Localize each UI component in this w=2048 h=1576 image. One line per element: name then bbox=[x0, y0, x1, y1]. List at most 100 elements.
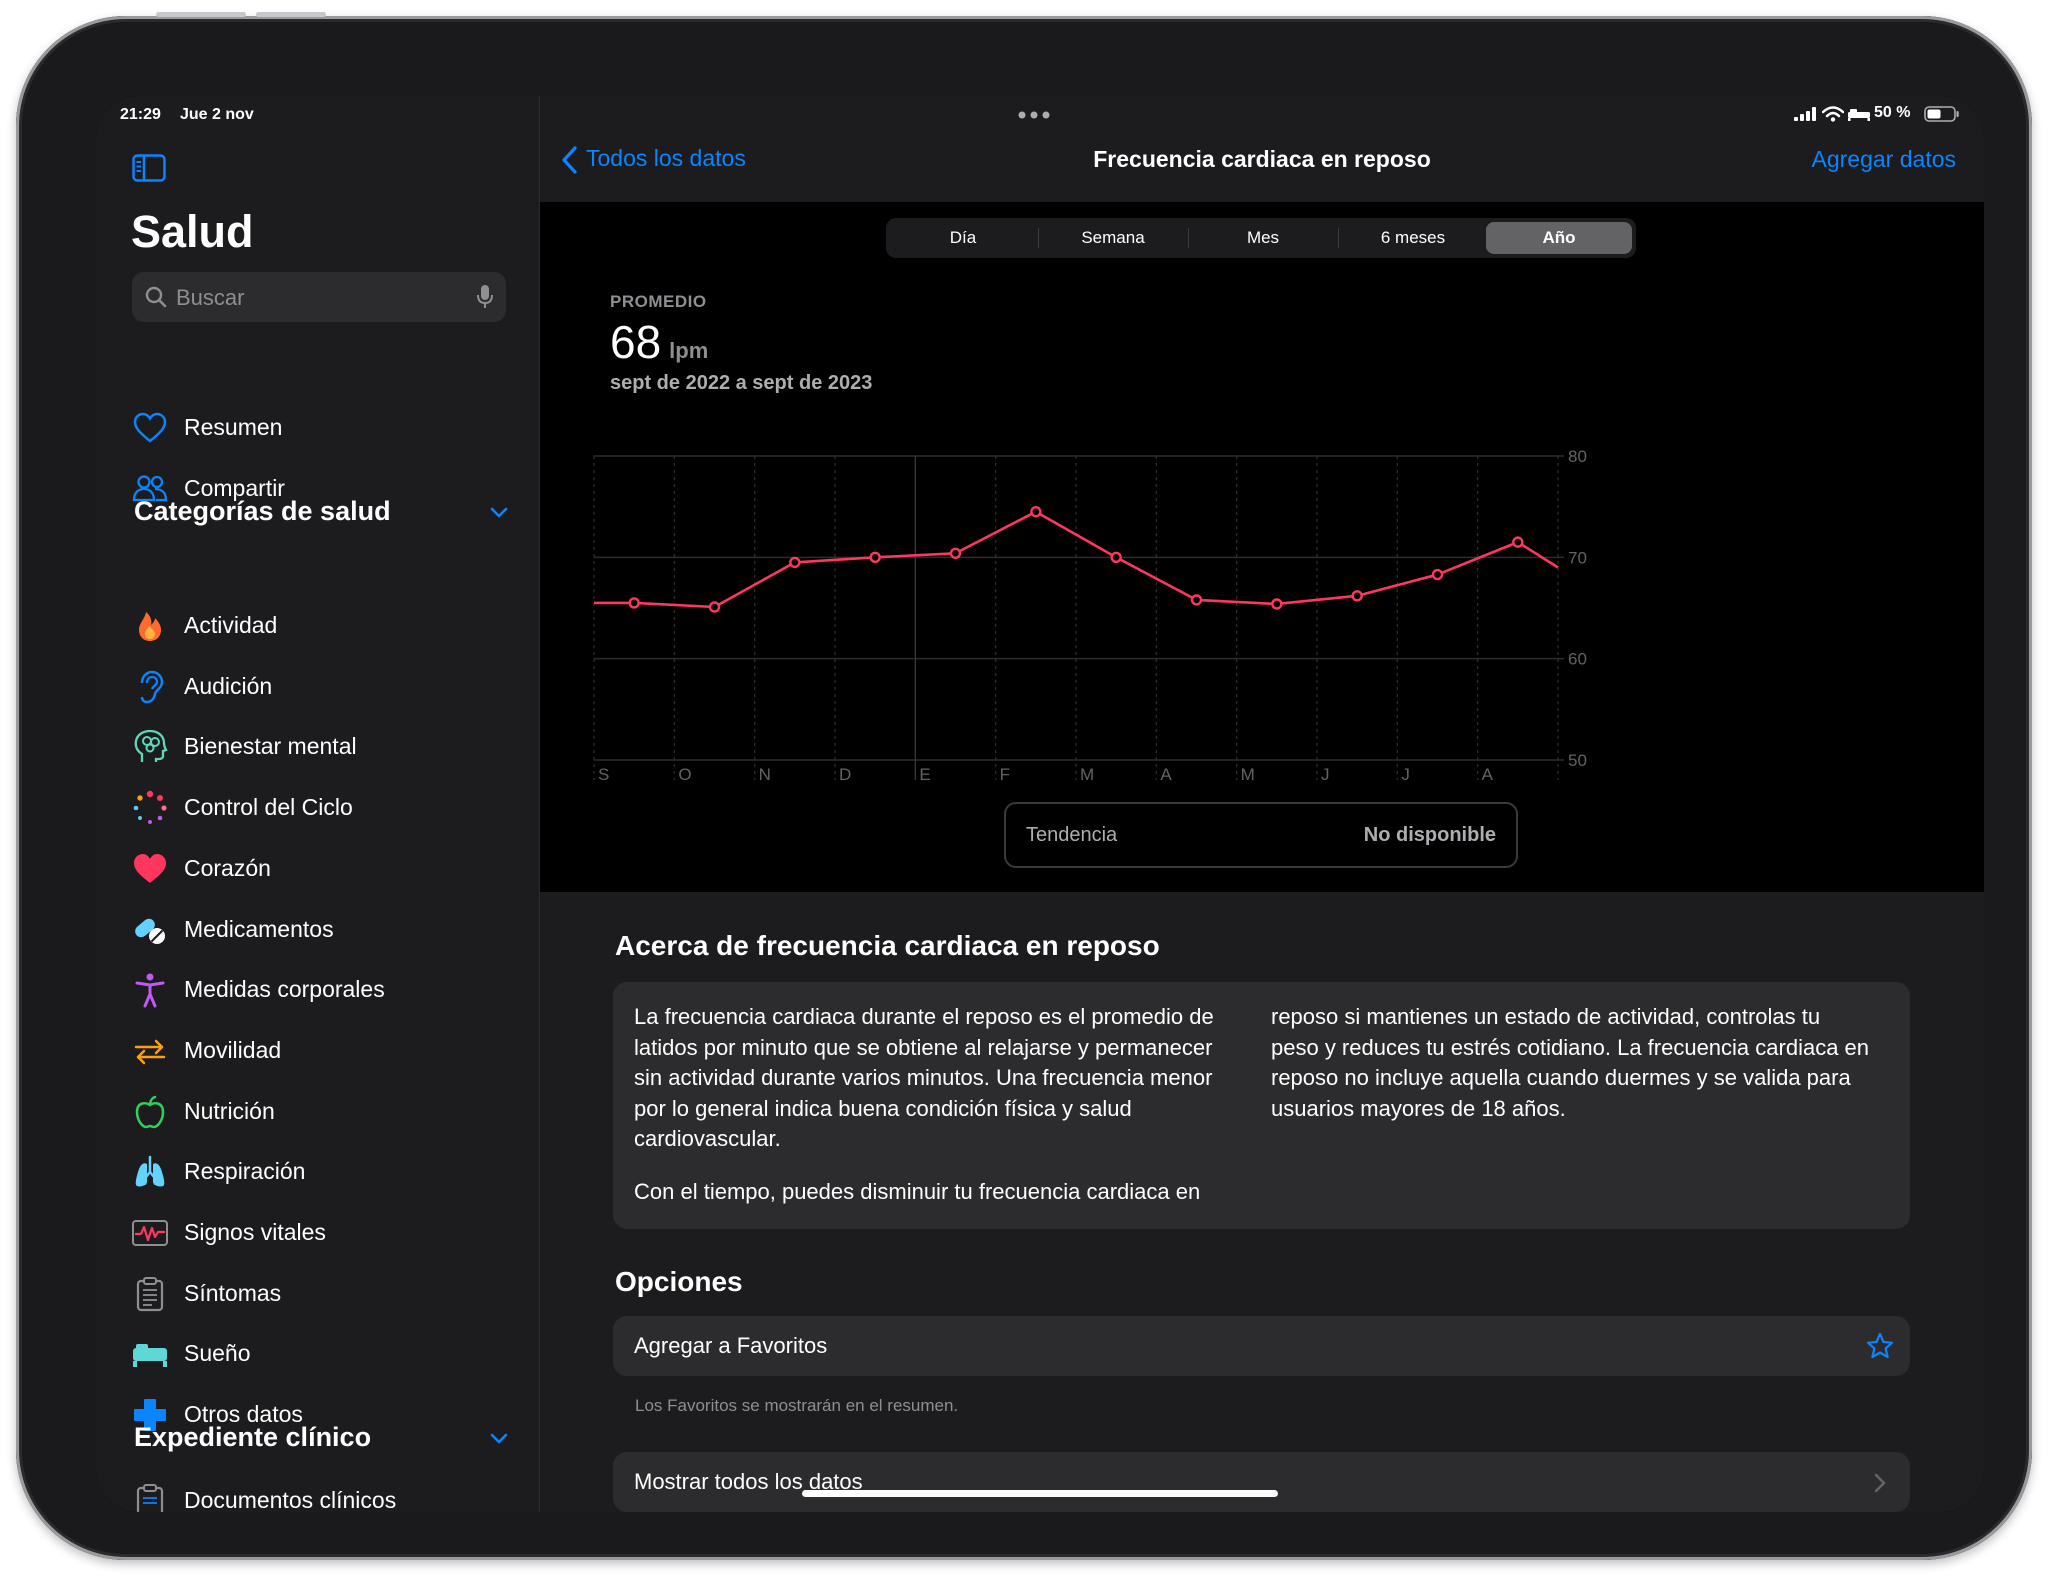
wifi-icon bbox=[1822, 106, 1844, 122]
chevron-down-icon[interactable] bbox=[488, 1427, 510, 1449]
sidebar-item-actividad[interactable]: Actividad bbox=[132, 604, 512, 648]
data-point bbox=[1030, 506, 1042, 518]
y-tick-label: 80 bbox=[1568, 447, 1587, 466]
sleep-bed-icon bbox=[1848, 109, 1870, 121]
navigation-bar: 50 % Todos los datos Frecuencia cardiaca… bbox=[540, 96, 1984, 202]
sidebar-title: Salud bbox=[131, 206, 254, 257]
data-point bbox=[1110, 551, 1122, 564]
sidebar-item-bienestar-mental[interactable]: Bienestar mental bbox=[132, 725, 512, 769]
data-point bbox=[1431, 568, 1444, 581]
details-section: Acerca de frecuencia cardiaca en reposo … bbox=[540, 892, 1984, 1512]
multitask-dots-icon[interactable] bbox=[1017, 110, 1051, 120]
sidebar-item-corazon[interactable]: Corazón bbox=[132, 847, 512, 891]
sidebar-item-signos-vitales[interactable]: Signos vitales bbox=[132, 1211, 512, 1255]
sidebar-item-label: Movilidad bbox=[184, 1037, 282, 1063]
about-column-2: reposo si mantienes un estado de activid… bbox=[1271, 1004, 1870, 1121]
brain-head-icon bbox=[134, 729, 168, 762]
x-tick-label: M bbox=[1241, 765, 1255, 784]
status-date: Jue 2 nov bbox=[180, 106, 254, 123]
apple-icon bbox=[135, 1095, 165, 1129]
sidebar-item-label: Signos vitales bbox=[184, 1219, 326, 1245]
chevron-down-icon[interactable] bbox=[488, 501, 510, 523]
x-tick-label: J bbox=[1321, 765, 1330, 784]
add-favorites-row[interactable]: Agregar a Favoritos bbox=[613, 1316, 1910, 1376]
add-data-button[interactable]: Agregar datos bbox=[1812, 146, 1956, 173]
screen: 21:29 Jue 2 nov Salud Buscar Resumen Com… bbox=[96, 96, 1984, 1512]
ipad-frame: 21:29 Jue 2 nov Salud Buscar Resumen Com… bbox=[16, 12, 2032, 1560]
flame-icon bbox=[139, 612, 161, 641]
sidebar-item-movilidad[interactable]: Movilidad bbox=[132, 1029, 512, 1073]
show-all-data-row[interactable]: Mostrar todos los datos bbox=[613, 1452, 1910, 1512]
trend-box[interactable]: Tendencia No disponible bbox=[1004, 802, 1518, 868]
data-point bbox=[869, 551, 881, 564]
home-indicator[interactable] bbox=[802, 1490, 1278, 1497]
search-field[interactable]: Buscar bbox=[132, 272, 506, 322]
page-title: Frecuencia cardiaca en reposo bbox=[1093, 146, 1431, 172]
y-tick-label: 60 bbox=[1568, 650, 1587, 669]
heart-rate-chart[interactable]: 80 70 60 50 S O N D E F M A M J J A bbox=[540, 202, 1984, 892]
document-icon bbox=[136, 1484, 164, 1512]
battery-icon bbox=[1924, 106, 1959, 122]
battery-percentage: 50 % bbox=[1874, 104, 1911, 121]
sidebar-item-label: Respiración bbox=[184, 1158, 306, 1184]
data-point bbox=[1271, 598, 1283, 610]
x-tick-label: D bbox=[839, 765, 851, 784]
trend-label: Tendencia bbox=[1026, 824, 1118, 846]
sidebar-item-label: Documentos clínicos bbox=[184, 1487, 397, 1512]
bed-icon bbox=[133, 1344, 167, 1367]
clipboard-icon bbox=[136, 1277, 164, 1312]
sidebar-item-label: Actividad bbox=[184, 612, 278, 638]
sidebar-item-respiracion[interactable]: Respiración bbox=[132, 1150, 512, 1194]
data-point bbox=[628, 597, 640, 609]
sidebar-item-medidas-corporales[interactable]: Medidas corporales bbox=[132, 968, 512, 1012]
data-point bbox=[1512, 536, 1524, 548]
about-title: Acerca de frecuencia cardiaca en reposo bbox=[615, 930, 1160, 961]
sidebar-item-audicion[interactable]: Audición bbox=[132, 665, 512, 709]
sidebar-item-label: Corazón bbox=[184, 855, 271, 881]
x-tick-label: F bbox=[1000, 765, 1010, 784]
chevron-right-icon bbox=[1874, 1473, 1886, 1493]
sidebar-toggle-icon[interactable] bbox=[132, 154, 166, 182]
sidebar-item-nutricion[interactable]: Nutrición bbox=[132, 1090, 512, 1134]
y-tick-label: 70 bbox=[1568, 548, 1587, 567]
sidebar-item-label: Bienestar mental bbox=[184, 733, 357, 759]
x-tick-label: A bbox=[1160, 765, 1172, 784]
waveform-icon bbox=[132, 1220, 168, 1246]
arrows-icon bbox=[134, 1039, 166, 1065]
trend-value: No disponible bbox=[1363, 824, 1496, 846]
sidebar-item-sueno[interactable]: Sueño bbox=[132, 1332, 512, 1376]
options-title: Opciones bbox=[615, 1266, 743, 1297]
sidebar-item-control-ciclo[interactable]: Control del Ciclo bbox=[132, 786, 512, 830]
about-paragraph-2: Con el tiempo, puedes disminuir tu frecu… bbox=[634, 1178, 1201, 1204]
figure-icon bbox=[135, 973, 165, 1008]
search-placeholder: Buscar bbox=[176, 285, 245, 310]
x-tick-label: A bbox=[1482, 765, 1494, 784]
star-icon[interactable] bbox=[1866, 1332, 1894, 1360]
add-favorites-label: Agregar a Favoritos bbox=[634, 1333, 828, 1358]
sidebar-item-medicamentos[interactable]: Medicamentos bbox=[132, 908, 512, 952]
about-card: La frecuencia cardiaca durante el reposo… bbox=[613, 982, 1910, 1229]
x-tick-label: S bbox=[598, 765, 609, 784]
about-column-1: La frecuencia cardiaca durante el reposo… bbox=[634, 1002, 1234, 1207]
heart-icon bbox=[134, 854, 166, 883]
sidebar-item-documentos-clinicos[interactable]: Documentos clínicos bbox=[132, 1479, 512, 1512]
sidebar-item-label: Audición bbox=[184, 673, 273, 699]
microphone-icon[interactable] bbox=[476, 284, 494, 310]
search-icon bbox=[145, 286, 167, 308]
data-point bbox=[1190, 594, 1203, 606]
data-point bbox=[949, 547, 962, 559]
heart-outline-icon bbox=[133, 412, 167, 443]
lungs-icon bbox=[135, 1155, 165, 1187]
y-tick-label: 50 bbox=[1568, 751, 1587, 770]
about-paragraph-1: La frecuencia cardiaca durante el reposo… bbox=[634, 1004, 1214, 1151]
section-header-expediente[interactable]: Expediente clínico bbox=[134, 1422, 371, 1453]
status-right: 50 % bbox=[1764, 104, 1964, 124]
top-button bbox=[156, 12, 246, 17]
sidebar-item-resumen[interactable]: Resumen bbox=[132, 406, 512, 450]
sidebar-item-sintomas[interactable]: Síntomas bbox=[132, 1272, 512, 1316]
favorites-note: Los Favoritos se mostrarán en el resumen… bbox=[635, 1396, 959, 1415]
sidebar: 21:29 Jue 2 nov Salud Buscar Resumen Com… bbox=[96, 96, 539, 1512]
x-tick-label: O bbox=[678, 765, 691, 784]
sidebar-item-label: Medidas corporales bbox=[184, 976, 385, 1002]
section-header-categorias[interactable]: Categorías de salud bbox=[134, 496, 391, 527]
